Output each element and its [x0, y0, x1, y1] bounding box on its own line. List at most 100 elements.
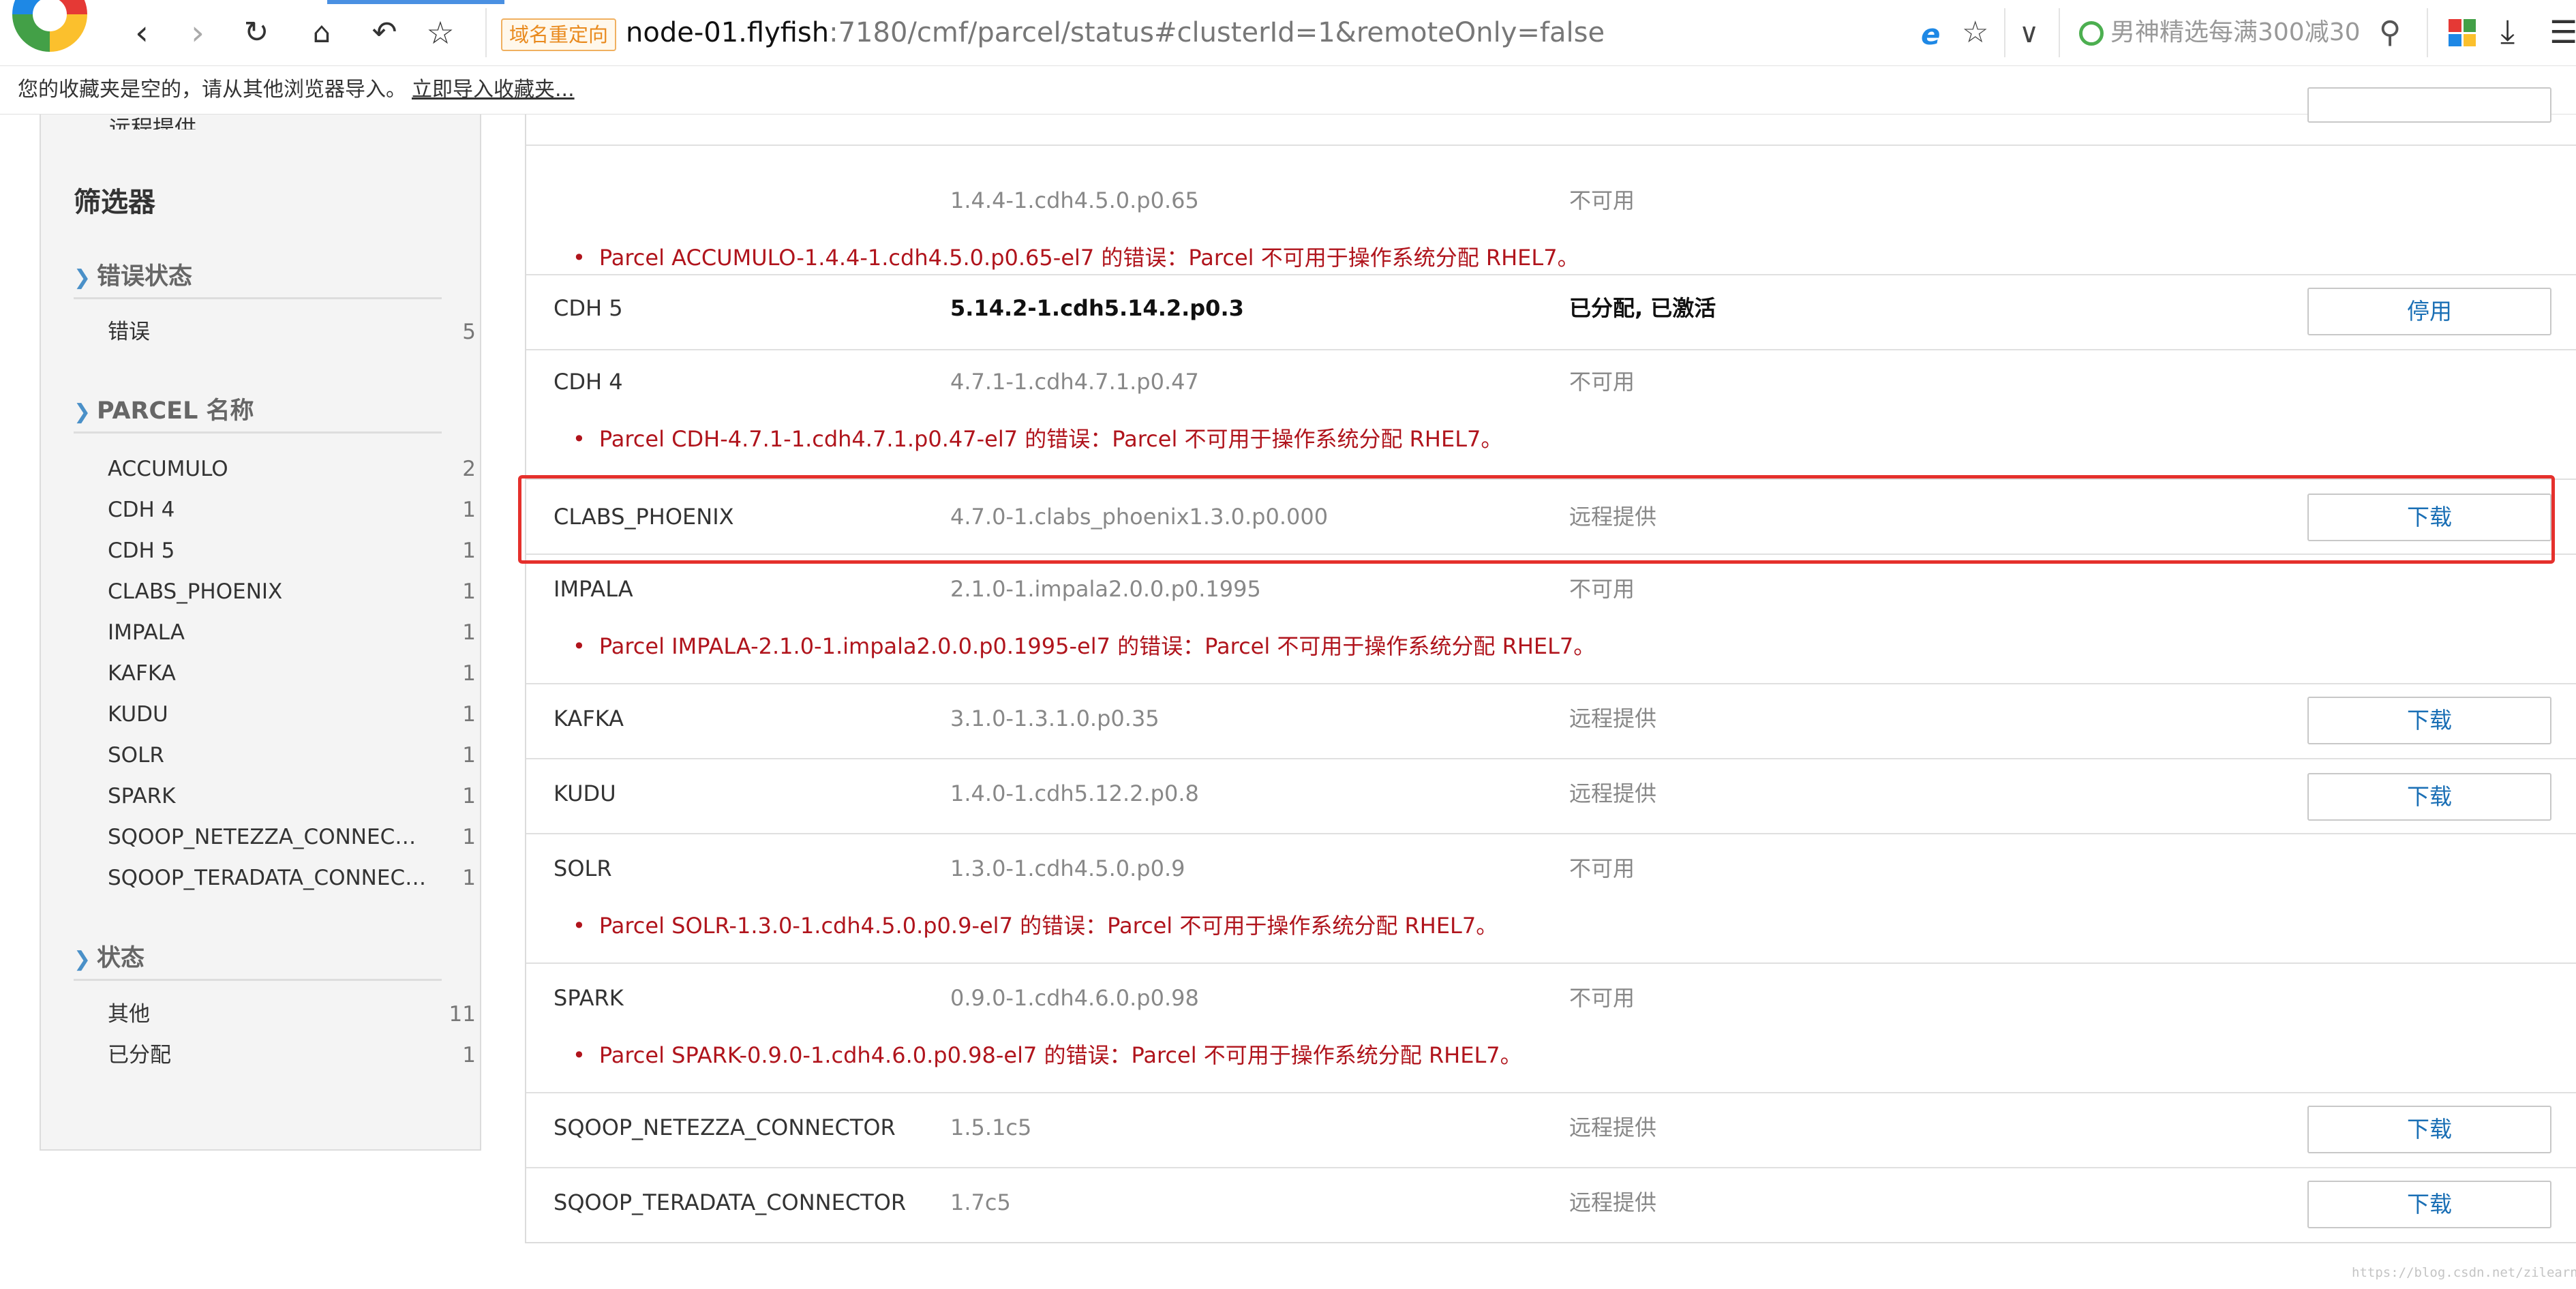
filter-item-label: ACCUMULO	[108, 457, 228, 481]
filter-item-label: 已分配	[108, 1043, 171, 1067]
parcel-status: 不可用	[1569, 369, 1635, 395]
filter-item-label: SQOOP_TERADATA_CONNECTOR	[108, 866, 428, 890]
download-icon[interactable]: ⤓	[2500, 12, 2515, 51]
filter-item-count: 11	[449, 1002, 476, 1027]
filter-item-distributed[interactable]: 已分配 1	[108, 1035, 476, 1076]
download-button[interactable]: 下载	[2307, 697, 2551, 744]
home-icon[interactable]: ⌂	[303, 14, 341, 52]
filter-item-other[interactable]: 其他 11	[108, 994, 476, 1035]
table-row: IMPALA 2.1.0-1.impala2.0.0.p0.1995 不可用 P…	[526, 555, 2576, 684]
filter-group-status[interactable]: ❯ 状态	[74, 938, 442, 981]
parcel-status: 不可用	[1569, 985, 1635, 1011]
parcel-version: 1.3.0-1.cdh4.5.0.p0.9	[950, 855, 1185, 881]
parcel-name: CLABS_PHOENIX	[554, 504, 734, 530]
filter-item-count: 1	[462, 743, 476, 768]
parcel-error: Parcel CDH-4.7.1-1.cdh4.7.1.p0.47-el7 的错…	[573, 425, 1503, 453]
toolbar-divider	[2004, 8, 2005, 57]
address-bar[interactable]: node-01.flyfish:7180/cmf/parcel/status#c…	[626, 15, 1605, 50]
filter-item-count: 1	[462, 539, 476, 563]
url-host: node-01.flyfish	[626, 17, 830, 48]
filter-item-count: 1	[462, 784, 476, 808]
filter-group-error-status[interactable]: ❯ 错误状态	[74, 256, 442, 299]
filter-item-impala[interactable]: IMPALA 1	[108, 612, 476, 653]
parcel-version: 1.4.4-1.cdh4.5.0.p0.65	[950, 187, 1199, 213]
parcel-name: KUDU	[554, 780, 616, 806]
table-row: SOLR 1.3.0-1.cdh4.5.0.p0.9 不可用 Parcel SO…	[526, 834, 2576, 964]
download-button[interactable]: 下载	[2307, 1106, 2551, 1153]
parcel-version: 0.9.0-1.cdh4.6.0.p0.98	[950, 985, 1199, 1011]
table-row: CDH 5 5.14.2-1.cdh5.14.2.p0.3 已分配, 已激活 停…	[526, 275, 2576, 350]
chevron-down-icon[interactable]: ∨	[2019, 18, 2039, 49]
parcel-name: SPARK	[554, 985, 624, 1011]
import-favorites-link[interactable]: 立即导入收藏夹...	[412, 66, 575, 114]
filter-item-count: 1	[462, 1043, 476, 1067]
favorites-bar: 您的收藏夹是空的，请从其他浏览器导入。 立即导入收藏夹...	[0, 66, 2576, 115]
filter-item-label: 错误	[108, 320, 150, 344]
download-button[interactable]: 下载	[2307, 1181, 2551, 1228]
filter-item-error[interactable]: 错误 5	[108, 312, 476, 352]
filter-group-title: PARCEL 名称	[97, 397, 254, 425]
parcel-name: CDH 4	[554, 369, 623, 395]
filter-item-kafka[interactable]: KAFKA 1	[108, 653, 476, 694]
parcel-name: KAFKA	[554, 706, 624, 731]
url-path: :7180/cmf/parcel/status#clusterId=1&remo…	[829, 17, 1605, 48]
parcel-error: Parcel ACCUMULO-1.4.4-1.cdh4.5.0.p0.65-e…	[573, 244, 1579, 271]
download-button[interactable]: 下载	[2307, 494, 2551, 541]
parcel-status: 远程提供	[1569, 504, 1657, 530]
filter-item-count: 1	[462, 702, 476, 727]
parcel-status: 远程提供	[1569, 706, 1657, 731]
filter-item-cdh5[interactable]: CDH 5 1	[108, 530, 476, 571]
filter-group-parcel-name[interactable]: ❯ PARCEL 名称	[74, 391, 442, 434]
filter-item-clabs-phoenix[interactable]: CLABS_PHOENIX 1	[108, 571, 476, 612]
search-engine-icon	[2079, 21, 2104, 46]
search-box[interactable]: 男神精选每满300减30	[2079, 14, 2393, 52]
refresh-icon[interactable]: ↻	[237, 14, 275, 52]
filter-item-label: CDH 4	[108, 498, 175, 522]
filter-sidebar: 远程提供 筛选器 ❯ 错误状态 错误 5 ❯ PARCEL 名称 ACCUMULO 2 …	[40, 115, 481, 1151]
filter-item-spark[interactable]: SPARK 1	[108, 776, 476, 817]
browser-logo-icon	[12, 0, 87, 52]
parcel-version: 3.1.0-1.3.1.0.p0.35	[950, 706, 1160, 731]
parcel-version: 5.14.2-1.cdh5.14.2.p0.3	[950, 295, 1244, 321]
forward-icon[interactable]: ›	[179, 14, 217, 52]
parcel-version: 4.7.0-1.clabs_phoenix1.3.0.p0.000	[950, 504, 1329, 530]
undo-close-tab-icon[interactable]: ↶	[365, 14, 404, 52]
filter-item-label: SQOOP_NETEZZA_CONNECTOR	[108, 825, 428, 849]
redirect-badge: 域名重定向	[501, 18, 617, 51]
filter-item-label: CLABS_PHOENIX	[108, 579, 283, 604]
filter-item-kudu[interactable]: KUDU 1	[108, 694, 476, 735]
parcel-name: CDH 5	[554, 295, 623, 321]
menu-icon[interactable]: ☰	[2549, 14, 2576, 50]
apps-grid-icon[interactable]	[2449, 19, 2476, 46]
sidebar-partial-item[interactable]: 远程提供	[109, 115, 196, 130]
ie-mode-icon[interactable]: e	[1921, 18, 1941, 51]
favorite-star-icon[interactable]: ☆	[421, 14, 459, 52]
partial-action-button[interactable]	[2307, 87, 2551, 123]
back-icon[interactable]: ‹	[123, 14, 161, 52]
chevron-down-icon: ❯	[74, 400, 91, 424]
table-row: SPARK 0.9.0-1.cdh4.6.0.p0.98 不可用 Parcel …	[526, 964, 2576, 1093]
search-placeholder: 男神精选每满300减30	[2110, 18, 2361, 46]
toolbar-divider	[2059, 8, 2060, 57]
bookmark-star-icon[interactable]: ☆	[1962, 15, 1988, 50]
parcel-name: SQOOP_TERADATA_CONNECTOR	[554, 1189, 907, 1215]
parcel-error: Parcel SOLR-1.3.0-1.cdh4.5.0.p0.9-el7 的错…	[573, 912, 1498, 939]
download-button[interactable]: 下载	[2307, 773, 2551, 821]
filter-item-accumulo[interactable]: ACCUMULO 2	[108, 449, 476, 489]
filter-item-solr[interactable]: SOLR 1	[108, 735, 476, 776]
filter-item-label: KUDU	[108, 702, 168, 727]
filter-item-sqoop-teradata[interactable]: SQOOP_TERADATA_CONNECTOR 1	[108, 858, 476, 898]
table-row: KUDU 1.4.0-1.cdh5.12.2.p0.8 远程提供 下载	[526, 759, 2576, 834]
deactivate-button[interactable]: 停用	[2307, 288, 2551, 335]
parcel-name: SQOOP_NETEZZA_CONNECTOR	[554, 1114, 896, 1140]
parcel-version: 1.4.0-1.cdh5.12.2.p0.8	[950, 780, 1199, 806]
filter-item-cdh4[interactable]: CDH 4 1	[108, 489, 476, 530]
favorites-empty-text: 您的收藏夹是空的，请从其他浏览器导入。	[18, 78, 406, 102]
parcel-version: 1.7c5	[950, 1189, 1011, 1215]
search-icon[interactable]: ⚲	[2379, 15, 2401, 50]
toolbar-divider	[2427, 8, 2428, 57]
filter-item-count: 1	[462, 825, 476, 849]
parcel-name: IMPALA	[554, 576, 633, 602]
parcel-error: Parcel IMPALA-2.1.0-1.impala2.0.0.p0.199…	[573, 633, 1595, 660]
filter-item-sqoop-netezza[interactable]: SQOOP_NETEZZA_CONNECTOR 1	[108, 817, 476, 858]
